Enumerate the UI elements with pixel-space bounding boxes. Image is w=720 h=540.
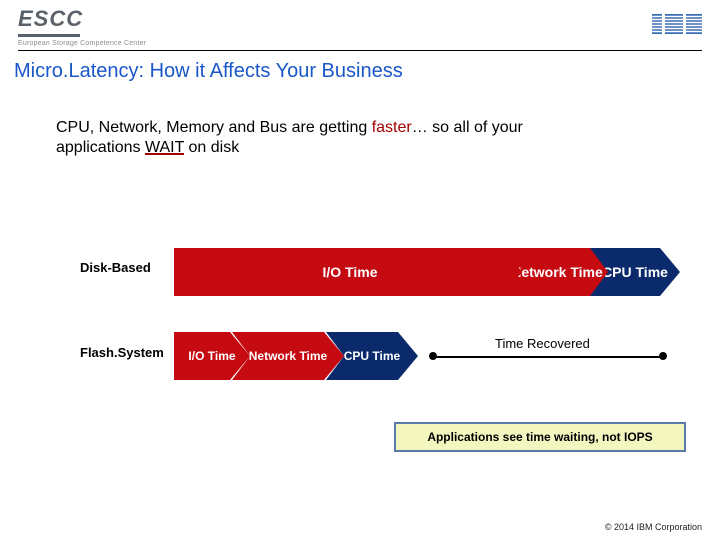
arrow-disk-io-label: I/O Time xyxy=(323,264,378,280)
slide: ESCC European Storage Competence Center xyxy=(0,0,720,540)
subtitle-pre: CPU, Network, Memory and Bus are getting xyxy=(56,119,372,136)
subtitle-post: on disk xyxy=(184,139,239,156)
subtitle-wait: WAIT xyxy=(145,139,184,156)
escc-logo: ESCC European Storage Competence Center xyxy=(18,6,146,47)
arrow-disk-network-label: Network Time xyxy=(511,265,603,280)
header-divider xyxy=(18,50,702,51)
escc-subtitle: European Storage Competence Center xyxy=(18,40,146,47)
page-title: Micro.Latency: How it Affects Your Busin… xyxy=(14,60,403,83)
escc-bar xyxy=(18,34,80,37)
callout-text: Applications see time waiting, not IOPS xyxy=(427,430,652,444)
subtitle-faster: faster xyxy=(372,119,412,136)
time-recovered-label: Time Recovered xyxy=(495,336,590,351)
copyright-footer: © 2014 IBM Corporation xyxy=(605,522,702,532)
subtitle: CPU, Network, Memory and Bus are getting… xyxy=(56,118,576,158)
arrow-flash-network-label: Network Time xyxy=(249,350,327,363)
arrow-disk-io: I/O Time xyxy=(174,248,526,296)
time-recovered-dot-left xyxy=(429,352,437,360)
arrow-disk-cpu-label: CPU Time xyxy=(602,265,668,280)
header: ESCC European Storage Competence Center xyxy=(18,6,702,48)
row-label-flash: Flash.System xyxy=(80,345,164,360)
row-label-disk: Disk-Based xyxy=(80,260,151,275)
ibm-logo xyxy=(652,14,702,34)
callout-box: Applications see time waiting, not IOPS xyxy=(394,422,686,452)
time-recovered-dot-right xyxy=(659,352,667,360)
arrow-flash-io-label: I/O Time xyxy=(188,350,235,363)
escc-letters: ESCC xyxy=(18,6,146,32)
time-recovered-line xyxy=(432,356,662,358)
arrow-flash-cpu-label: CPU Time xyxy=(344,350,400,363)
